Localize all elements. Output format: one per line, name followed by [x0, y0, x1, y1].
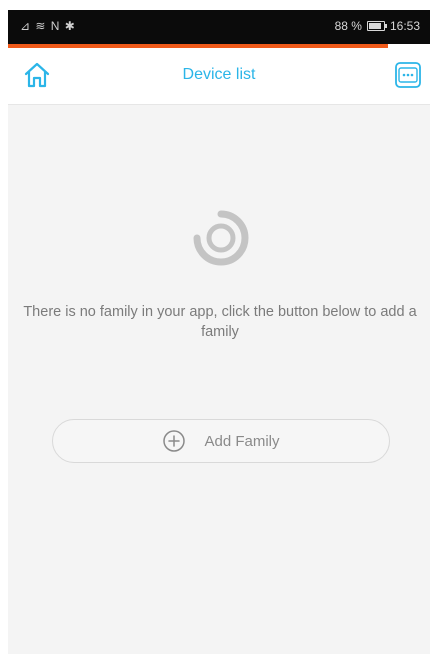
plus-circle-icon [163, 430, 186, 452]
status-right: 88 % 16:53 [335, 19, 420, 33]
empty-state-icon [183, 200, 259, 276]
battery-icon [366, 21, 387, 31]
app-screen: ⊿ ≋ N ✱ 88 % 16:53 Device list There is … [8, 10, 430, 654]
clock: 16:53 [389, 19, 420, 33]
battery-percent: 88 % [334, 19, 362, 33]
status-bar: ⊿ ≋ N ✱ 88 % 16:53 [8, 10, 430, 44]
page-title: Device list [182, 66, 256, 83]
add-family-label: Add Family [204, 432, 280, 450]
add-family-button[interactable]: Add Family [52, 419, 390, 463]
loading-ring-icon [193, 210, 249, 266]
empty-state-message: There is no family in your app, click th… [23, 304, 417, 340]
header: Device list [8, 48, 430, 105]
device-scan-button[interactable] [394, 61, 422, 89]
device-scan-icon [395, 62, 421, 88]
status-icons: ⊿ ≋ N ✱ [20, 19, 76, 33]
